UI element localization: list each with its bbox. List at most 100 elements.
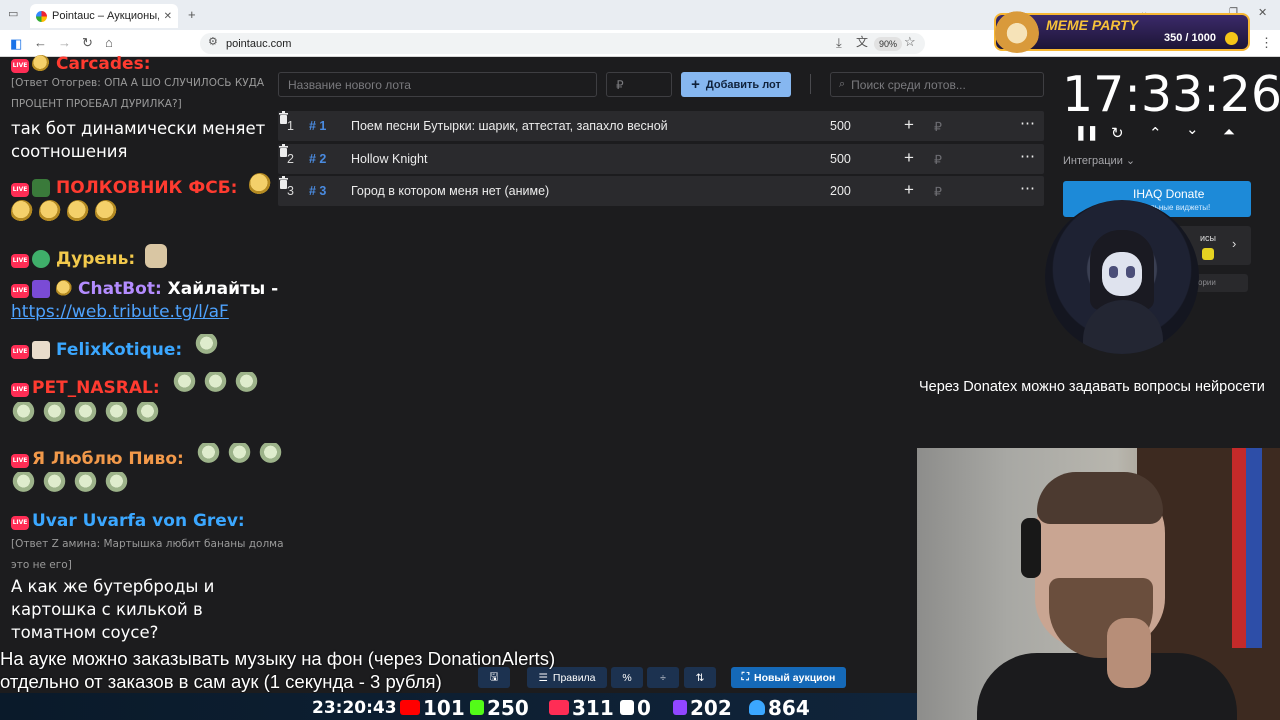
split-button[interactable]: ÷ bbox=[647, 667, 679, 688]
rules-button[interactable]: ☰ Правила bbox=[527, 667, 607, 688]
sidebar-icon[interactable]: ◧ bbox=[10, 37, 22, 50]
youtube-icon bbox=[400, 700, 420, 715]
chat-text: картошка с килькой в bbox=[11, 600, 203, 619]
translate-icon[interactable]: 文 bbox=[856, 36, 868, 48]
kick-count: 250 bbox=[487, 696, 529, 720]
turtle-emote-icon bbox=[171, 372, 197, 398]
lot-currency[interactable]: ₽ bbox=[934, 119, 942, 134]
turtle-emote-icon bbox=[135, 402, 160, 428]
turtle-emote-icon bbox=[195, 443, 221, 469]
close-window-icon[interactable]: ✕ bbox=[1258, 8, 1267, 19]
vk-live-icon: LIVE bbox=[11, 284, 29, 298]
home-icon[interactable]: ⌂ bbox=[105, 36, 113, 49]
lot-row[interactable]: 3 # 3 Город в котором меня нет (аниме) 2… bbox=[278, 176, 1044, 206]
music-order-text: отдельно от заказов в сам аук (1 секунда… bbox=[0, 671, 442, 692]
chevron-up-icon[interactable]: ⌃ bbox=[1149, 124, 1162, 142]
reload-icon[interactable]: ↻ bbox=[82, 36, 93, 49]
lot-row[interactable]: 2 # 2 Hollow Knight 500 + ₽ ⋯ bbox=[278, 144, 1044, 174]
kick-viewers: 250 bbox=[470, 696, 529, 720]
lot-row[interactable]: 1 # 1 Поем песни Бутырки: шарик, аттеста… bbox=[278, 111, 1044, 141]
back-icon[interactable]: ← bbox=[34, 36, 47, 49]
toolbar-divider bbox=[810, 74, 811, 94]
site-favicon-icon bbox=[36, 10, 47, 22]
vk-live-icon: LIVE bbox=[11, 183, 29, 197]
auction-timer: 17:33:26 bbox=[1062, 66, 1280, 123]
forward-icon[interactable]: → bbox=[58, 36, 71, 49]
site-info-icon[interactable]: ⚙ bbox=[208, 37, 218, 48]
turtle-emote-icon bbox=[73, 402, 98, 428]
bookmark-star-icon[interactable]: ☆ bbox=[904, 35, 916, 48]
chat-emotes bbox=[11, 472, 135, 498]
badge-icon bbox=[56, 280, 72, 298]
close-tab-icon[interactable]: ✕ bbox=[164, 11, 172, 22]
chevron-right-icon: › bbox=[1232, 236, 1237, 251]
chat-username: ChatBot: bbox=[78, 279, 162, 299]
download-page-icon[interactable]: ⤓ bbox=[836, 36, 842, 49]
integrations-label: Интеграции bbox=[1063, 155, 1123, 167]
new-auction-button[interactable]: ⛶ Новый аукцион bbox=[731, 667, 846, 688]
badge-icon bbox=[32, 179, 50, 197]
lot-currency[interactable]: ₽ bbox=[934, 184, 942, 199]
sort-button[interactable]: ⇅ bbox=[684, 667, 716, 688]
chevron-down-icon[interactable]: ⌄ bbox=[1186, 120, 1199, 138]
lot-name[interactable]: Hollow Knight bbox=[351, 152, 427, 166]
chat-message: LIVE Я Люблю Пиво: bbox=[11, 443, 289, 469]
music-order-text: На ауке можно заказывать музыку на фон (… bbox=[0, 648, 556, 669]
integrations-dropdown[interactable]: Интеграции ⌄ bbox=[1063, 154, 1135, 167]
percent-button[interactable]: % bbox=[611, 667, 643, 688]
add-lot-label: Добавить лот bbox=[705, 78, 781, 91]
chat-emotes bbox=[11, 200, 123, 225]
vk-live-icon: LIVE bbox=[11, 516, 29, 530]
lot-id: # 3 bbox=[309, 184, 327, 198]
chat-username: Дурень: bbox=[56, 249, 136, 269]
turtle-emote-icon bbox=[226, 443, 252, 469]
sort-icon: ⇅ bbox=[695, 671, 705, 684]
badge-icon bbox=[32, 55, 50, 73]
badge-icon bbox=[32, 341, 50, 359]
more-options-icon[interactable]: ⋯ bbox=[1020, 147, 1035, 165]
save-button[interactable]: 🖫 bbox=[478, 667, 510, 688]
zoom-level[interactable]: 90% bbox=[874, 37, 903, 51]
more-options-icon[interactable]: ⋯ bbox=[1020, 179, 1035, 197]
meme-party-widget: MEME PARTY 350 / 1000 bbox=[994, 9, 1250, 53]
add-amount-icon[interactable]: + bbox=[904, 180, 914, 200]
vk-live-icon: LIVE bbox=[11, 454, 29, 468]
tab-list-icon[interactable]: ▭ bbox=[8, 9, 18, 20]
chat-message: LIVE FelixKotique: bbox=[11, 334, 225, 360]
emote-icon bbox=[67, 200, 89, 224]
lot-amount-input[interactable]: ₽ bbox=[606, 72, 672, 97]
double-chevron-up-icon[interactable]: ⏶ bbox=[1223, 124, 1235, 141]
pause-icon[interactable]: ❚❚ bbox=[1075, 124, 1098, 141]
chat-message: LIVE Дурень: bbox=[11, 244, 173, 269]
menu-icon[interactable]: ⋮ bbox=[1260, 36, 1273, 49]
turtle-emote-icon bbox=[257, 443, 283, 469]
lot-name[interactable]: Поем песни Бутырки: шарик, аттестат, зап… bbox=[351, 119, 668, 133]
chevron-down-icon: ⌄ bbox=[1125, 155, 1136, 167]
new-tab-icon[interactable]: + bbox=[188, 8, 196, 21]
coin-icon bbox=[1225, 32, 1238, 45]
more-options-icon[interactable]: ⋯ bbox=[1020, 114, 1035, 132]
rules-label: Правила bbox=[552, 671, 596, 684]
chat-reply: это не его] bbox=[11, 559, 72, 571]
add-amount-icon[interactable]: + bbox=[904, 148, 914, 168]
lot-index: 2 bbox=[287, 152, 294, 166]
turtle-emote-icon bbox=[202, 372, 228, 398]
lot-name[interactable]: Город в котором меня нет (аниме) bbox=[351, 184, 549, 198]
lot-currency[interactable]: ₽ bbox=[934, 152, 942, 167]
browser-tab[interactable]: Pointauc – Аукционы, лотереи ✕ bbox=[30, 4, 178, 28]
chat-username: FelixKotique: bbox=[56, 340, 183, 360]
search-icon: ⌕ bbox=[839, 78, 846, 90]
add-lot-button[interactable]: + Добавить лот bbox=[681, 72, 791, 97]
add-amount-icon[interactable]: + bbox=[904, 115, 914, 135]
lot-search-input[interactable]: ⌕ Поиск среди лотов... bbox=[830, 72, 1044, 97]
chat-username: ПОЛКОВНИК ФСБ: bbox=[56, 178, 238, 198]
search-placeholder: Поиск среди лотов... bbox=[851, 77, 966, 92]
new-lot-input[interactable]: Название нового лота bbox=[278, 72, 597, 97]
person-icon bbox=[749, 700, 765, 715]
lot-id: # 1 bbox=[309, 119, 327, 133]
chat-emotes bbox=[11, 402, 166, 428]
chat-link[interactable]: https://web.tribute.tg/l/aF bbox=[11, 302, 229, 322]
turtle-emote-icon bbox=[104, 402, 129, 428]
address-bar[interactable]: ⚙ pointauc.com bbox=[200, 33, 925, 54]
reset-icon[interactable]: ↻ bbox=[1111, 124, 1124, 142]
